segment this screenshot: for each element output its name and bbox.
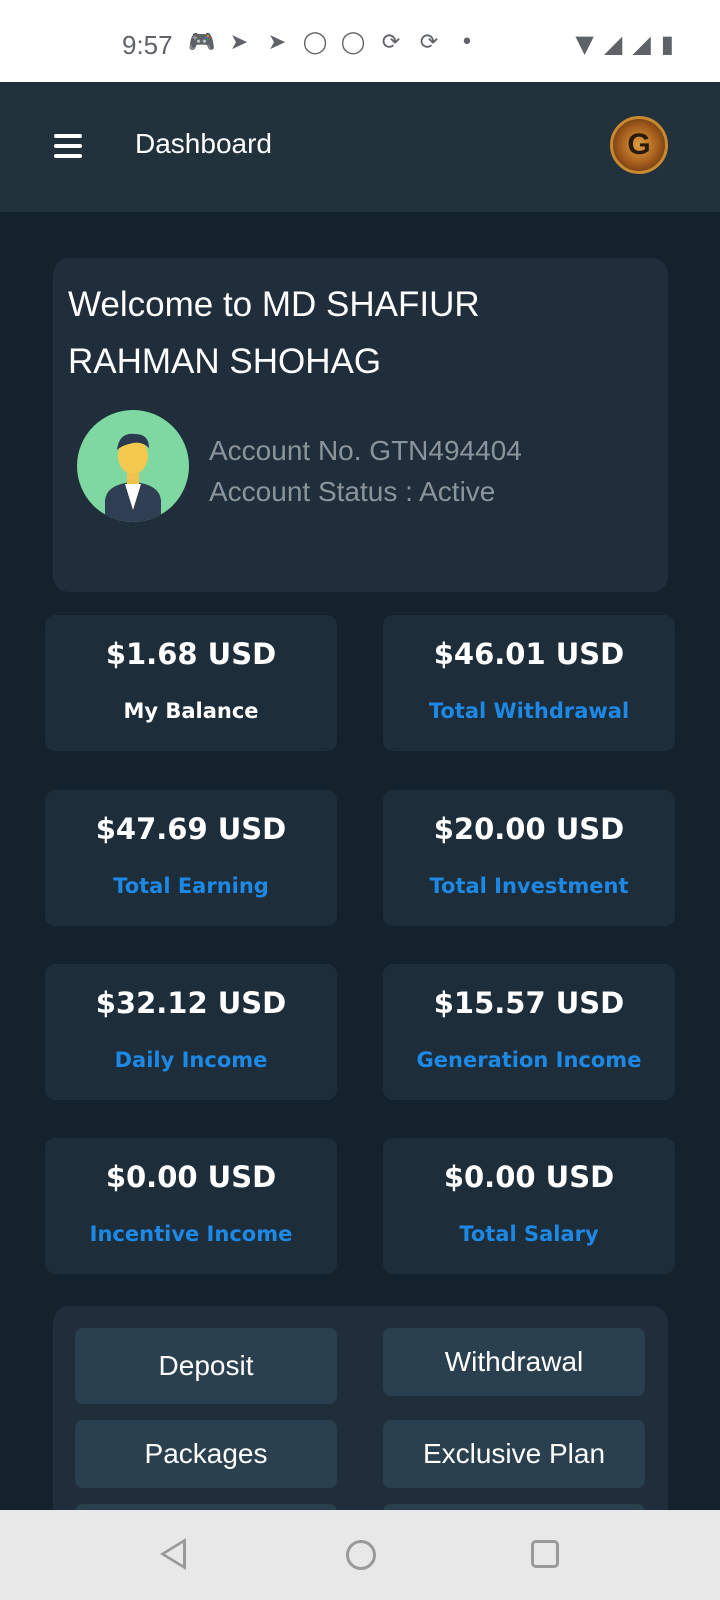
stat-card-total-withdrawal[interactable]: $46.01 USD Total Withdrawal [383, 615, 675, 751]
avatar [77, 410, 189, 522]
stat-label: Total Earning [113, 874, 269, 898]
battery-icon: ▮ [660, 30, 674, 58]
game-icon: 🎮 [188, 30, 216, 55]
stat-card-total-salary[interactable]: $0.00 USD Total Salary [383, 1138, 675, 1274]
stat-card-incentive-income[interactable]: $0.00 USD Incentive Income [45, 1138, 337, 1274]
stat-value: $0.00 USD [443, 1160, 615, 1194]
welcome-card: Welcome to MD SHAFIUR RAHMAN SHOHAG Acco… [53, 258, 668, 592]
stat-label: My Balance [123, 699, 259, 723]
deposit-button[interactable]: Deposit [75, 1328, 337, 1404]
account-status: Account Status : Active [209, 476, 496, 507]
stat-value: $46.01 USD [433, 637, 625, 671]
status-bar: 9:57 🎮 ➤ ➤ ◯ ◯ ⟳ ⟳ • ▼ ◢ ◢ ▮ [0, 0, 720, 82]
stat-label: Daily Income [114, 1048, 268, 1072]
stat-value: $0.00 USD [105, 1160, 277, 1194]
dot-icon: • [460, 30, 474, 55]
stat-value: $20.00 USD [433, 812, 625, 846]
whatsapp-icon: ◯ [302, 30, 328, 55]
brand-logo[interactable]: G [610, 116, 668, 174]
back-icon[interactable] [160, 1538, 186, 1570]
stat-label: Incentive Income [89, 1222, 293, 1246]
notification-icons: 🎮 ➤ ➤ ◯ ◯ ⟳ ⟳ • [188, 30, 480, 56]
stat-value: $47.69 USD [95, 812, 287, 846]
stat-value: $15.57 USD [433, 986, 625, 1020]
welcome-title: Welcome to MD SHAFIUR RAHMAN SHOHAG [68, 285, 480, 381]
stat-value: $32.12 USD [95, 986, 287, 1020]
messenger-icon: ◯ [340, 30, 366, 55]
stat-card-total-earning[interactable]: $47.69 USD Total Earning [45, 790, 337, 926]
exclusive-plan-button[interactable]: Exclusive Plan [383, 1420, 645, 1488]
packages-button[interactable]: Packages [75, 1420, 337, 1488]
status-time: 9:57 [122, 30, 173, 60]
signal-icon: ◢ [603, 30, 623, 58]
app-bar: Dashboard G [0, 82, 720, 212]
account-info: Account No. GTN494404 Account Status : A… [209, 430, 522, 512]
signal-icon: ◢ [632, 30, 651, 58]
stat-card-daily-income[interactable]: $32.12 USD Daily Income [45, 964, 337, 1100]
telegram-icon: ➤ [229, 30, 249, 55]
hamburger-menu-icon[interactable] [54, 134, 82, 158]
system-icons: ▼ ◢ ◢ ▮ [575, 30, 674, 58]
account-number: Account No. GTN494404 [209, 435, 522, 466]
share-icon: ⟳ [419, 30, 439, 55]
stat-label: Total Investment [429, 874, 629, 898]
withdrawal-button[interactable]: Withdrawal [383, 1328, 645, 1396]
recent-apps-icon[interactable] [531, 1540, 559, 1568]
stat-label: Total Withdrawal [428, 699, 630, 723]
stat-label: Total Salary [459, 1222, 599, 1246]
system-nav-bar [0, 1510, 720, 1600]
action-panel: Deposit Withdrawal Packages Exclusive Pl… [53, 1306, 668, 1526]
share-icon: ⟳ [381, 30, 401, 55]
stat-label: Generation Income [416, 1048, 642, 1072]
stat-card-total-investment[interactable]: $20.00 USD Total Investment [383, 790, 675, 926]
stat-card-my-balance[interactable]: $1.68 USD My Balance [45, 615, 337, 751]
stat-card-generation-income[interactable]: $15.57 USD Generation Income [383, 964, 675, 1100]
telegram-icon: ➤ [267, 30, 287, 55]
home-icon[interactable] [346, 1540, 376, 1570]
wifi-icon: ▼ [575, 30, 594, 58]
page-title: Dashboard [135, 128, 272, 159]
stat-value: $1.68 USD [105, 637, 277, 671]
